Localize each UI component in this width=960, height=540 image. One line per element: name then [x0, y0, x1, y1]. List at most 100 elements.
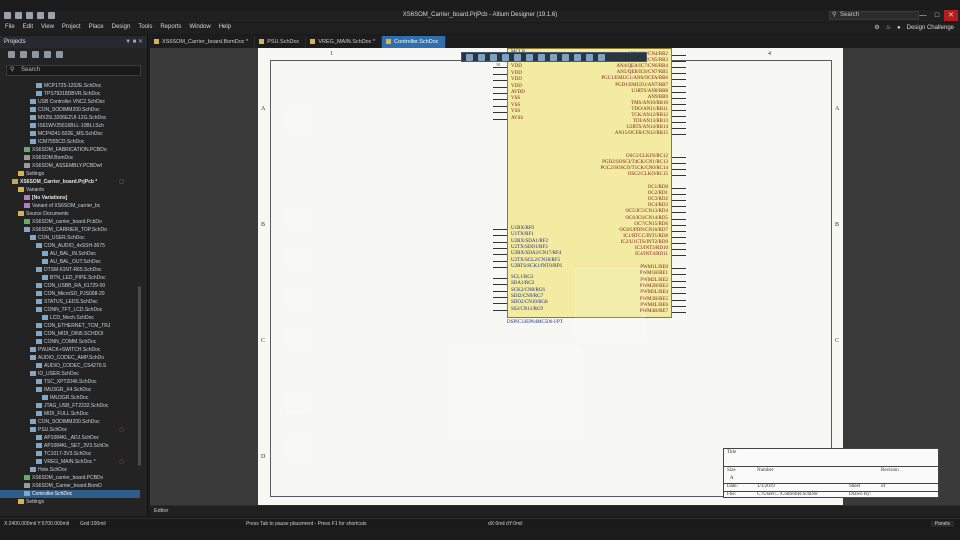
tree-item[interactable]: Settings: [0, 170, 140, 178]
tree-item[interactable]: XS6SOM_Carrier_board.PrjPcb * ▢: [0, 178, 140, 186]
tree-item[interactable]: Source Documents: [0, 210, 140, 218]
text-icon[interactable]: [574, 54, 581, 61]
tree-item[interactable]: TC1017-3V3.SchDoc: [0, 450, 140, 458]
menu-design[interactable]: Design: [112, 24, 131, 30]
menu-help[interactable]: Help: [219, 24, 231, 30]
tree-item[interactable]: CON_SODIMM200.SchDoc: [0, 106, 140, 114]
wire-icon[interactable]: [514, 54, 521, 61]
tree-item[interactable]: PWJACK+SWITCH.SchDoc: [0, 346, 140, 354]
component-icon[interactable]: [550, 54, 557, 61]
menu-file[interactable]: File: [5, 24, 15, 30]
tree-item[interactable]: MIDI_FULL.SchDoc: [0, 410, 140, 418]
tree-item[interactable]: XS6SOM.BomDoc: [0, 154, 140, 162]
save-icon[interactable]: [15, 12, 22, 19]
tree-item[interactable]: STATUS_LEDS.SchDoc: [0, 298, 140, 306]
tree-item[interactable]: XS6SOM_Carrier_board.BomD: [0, 482, 140, 490]
tree-item[interactable]: CON_MIDI_DIN5.SCHDOI: [0, 330, 140, 338]
tree-item[interactable]: XS6SOM_CARRIER_TOP.SchDo: [0, 226, 140, 234]
tree-item[interactable]: VREG_MAIN.SchDoc * ▢: [0, 458, 140, 466]
tree-item[interactable]: AP1084KL_ADJ.SchDoc: [0, 434, 140, 442]
tree-item[interactable]: ICM7555CD.SchDoc: [0, 138, 140, 146]
document-tab[interactable]: PSU.SchDoc: [255, 36, 307, 48]
tree-item[interactable]: CON_ETHERNET_TCM_TRJ: [0, 322, 140, 330]
tree-item[interactable]: JTAG_USB_FT2232.SchDoc: [0, 402, 140, 410]
global-search-input[interactable]: ⚲ Search: [829, 11, 919, 20]
select-icon[interactable]: [490, 54, 497, 61]
tree-item[interactable]: DTSM-61NT-R65.SchDoc: [0, 266, 140, 274]
document-tab[interactable]: Controller.SchDoc: [382, 36, 446, 48]
tree-item[interactable]: USB Controller VNC2.SchDoc: [0, 98, 140, 106]
open-icon[interactable]: [4, 12, 11, 19]
close-button[interactable]: ✕: [944, 10, 958, 21]
tree-item[interactable]: CON_AUDIO_4xSSH-3675: [0, 242, 140, 250]
sheet-symbol-icon[interactable]: [562, 54, 569, 61]
tree-item[interactable]: XS6SOM_FABRICATION.PCBDo: [0, 146, 140, 154]
align-icon[interactable]: [502, 54, 509, 61]
tree-item[interactable]: IMU3GR.SchDoc: [0, 394, 140, 402]
tree-item[interactable]: TPS79318DBVR.SchDoc: [0, 90, 140, 98]
projects-search-input[interactable]: ⚲ Search: [6, 65, 141, 76]
tree-item[interactable]: BTN_LED_PIPE.SchDoc: [0, 274, 140, 282]
menu-window[interactable]: Window: [189, 24, 210, 30]
user-icon[interactable]: ●: [897, 25, 901, 31]
tree-item[interactable]: LCD_Mech.SchDoc: [0, 314, 140, 322]
tree-item[interactable]: AUDIO_CODEC_CS4270.S: [0, 362, 140, 370]
tree-item[interactable]: IS61WV25616BLL-10BLI.Sch: [0, 122, 140, 130]
panel-controls[interactable]: ▼ ■ ✕: [125, 36, 143, 48]
tree-item[interactable]: AU_BAL_OUT.SchDoc: [0, 258, 140, 266]
save-all-icon[interactable]: [26, 12, 33, 19]
menu-project[interactable]: Project: [62, 24, 81, 30]
filter-icon[interactable]: [466, 54, 473, 61]
tree-item[interactable]: Hole.SchDoc: [0, 466, 140, 474]
tree-item[interactable]: TSC_XPT2046.SchDoc: [0, 378, 140, 386]
compile-icon[interactable]: [20, 51, 27, 58]
redo-icon[interactable]: [48, 12, 55, 19]
menu-place[interactable]: Place: [89, 24, 104, 30]
directive-icon[interactable]: [598, 54, 605, 61]
tree-item[interactable]: MCP4241-502E_MS.SchDoc: [0, 130, 140, 138]
folder-icon[interactable]: [32, 51, 39, 58]
dspic-component[interactable]: MCLR VCAP/VDDCOREVDDVDDVDDVDDAVDDVSSVSSV…: [507, 48, 672, 318]
tree-item[interactable]: XS6SOM_carrier_board.PcbDo: [0, 218, 140, 226]
panels-button[interactable]: Panels: [930, 521, 954, 527]
tree-item[interactable]: Controller.SchDoc: [0, 490, 140, 498]
tree-item[interactable]: Variants: [0, 186, 140, 194]
tree-item[interactable]: CON_USBB_RA_61729-00: [0, 282, 140, 290]
menu-view[interactable]: View: [41, 24, 54, 30]
menu-tools[interactable]: Tools: [138, 24, 152, 30]
tree-item[interactable]: AUDIO_CODEC_AMP.SchDo: [0, 354, 140, 362]
project-icon[interactable]: [44, 51, 51, 58]
tree-item[interactable]: [No Variations]: [0, 194, 140, 202]
tree-item[interactable]: CON_SODIMM200.SchDoc: [0, 418, 140, 426]
maximize-button[interactable]: □: [930, 10, 944, 21]
tree-scrollbar[interactable]: [138, 286, 141, 466]
tree-item[interactable]: CONN_TFT_LCD.SchDoc: [0, 306, 140, 314]
tree-item[interactable]: Settings: [0, 498, 140, 506]
bus-icon[interactable]: [526, 54, 533, 61]
power-port-icon[interactable]: [538, 54, 545, 61]
menu-edit[interactable]: Edit: [23, 24, 33, 30]
tree-item[interactable]: CON_USER.SchDoc: [0, 234, 140, 242]
tree-item[interactable]: CON_MicroSD_PJS008-20: [0, 290, 140, 298]
tree-item[interactable]: XS6SOM_ASSEMBLY.PCBDwf: [0, 162, 140, 170]
tree-item[interactable]: MX25L3206EZUI-12G.SchDoc: [0, 114, 140, 122]
tree-item[interactable]: MCP1725-1202E.SchDoc: [0, 82, 140, 90]
gear-icon[interactable]: ⚙: [874, 24, 879, 31]
save-icon[interactable]: [8, 51, 15, 58]
editor-tab[interactable]: Editor: [154, 508, 168, 514]
move-icon[interactable]: [478, 54, 485, 61]
tree-item[interactable]: PSU.SchDoc ▢: [0, 426, 140, 434]
bell-icon[interactable]: ♨: [886, 24, 891, 31]
document-tab[interactable]: VREG_MAIN.SchDoc *: [306, 36, 383, 48]
tree-item[interactable]: IO_USER.SchDoc: [0, 370, 140, 378]
tree-item[interactable]: AP1084KL_SET_3V3.SchDo: [0, 442, 140, 450]
undo-icon[interactable]: [37, 12, 44, 19]
menu-reports[interactable]: Reports: [160, 24, 181, 30]
settings-icon[interactable]: [56, 51, 63, 58]
tree-item[interactable]: IMU3GR_X4.SchDoc: [0, 386, 140, 394]
tree-item[interactable]: CONN_COMM.SchDoc: [0, 338, 140, 346]
account-label[interactable]: Design Challenge: [907, 25, 954, 31]
minimize-button[interactable]: —: [916, 10, 930, 21]
line-icon[interactable]: [586, 54, 593, 61]
schematic-canvas[interactable]: 1 4 A B C D A B C D MCLR VCAP/VDDCOREVDD…: [150, 48, 960, 505]
